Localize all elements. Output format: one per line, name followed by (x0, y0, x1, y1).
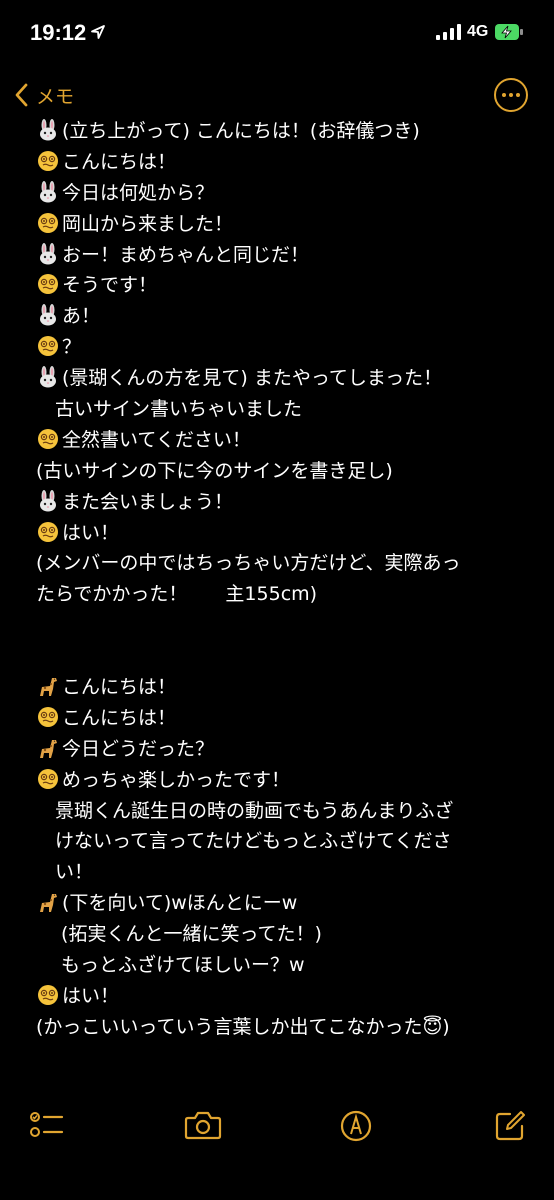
note-line-text: ？ (62, 336, 82, 359)
note-line-text: はい！ (62, 521, 120, 544)
note-line-text: い！ (36, 861, 94, 884)
rabbit-icon (36, 119, 62, 142)
note-line: 岡山から来ました！ (36, 209, 536, 240)
checklist-icon[interactable] (28, 1110, 64, 1140)
rabbit-icon (36, 304, 62, 327)
note-line-text: (メンバーの中ではちっちゃい方だけど、実際あっ (36, 552, 461, 575)
note-line-text: はい！ (62, 984, 120, 1007)
note-line: (拓実くんと一緒に笑ってた！) (36, 919, 536, 950)
note-line: ？ (36, 332, 536, 363)
note-line: 景瑚くん誕生日の時の動画でもうあんまりふざ (36, 796, 536, 827)
note-line: こんにちは！ (36, 672, 536, 703)
dizzy-face-icon (36, 521, 62, 544)
dizzy-face-icon (36, 274, 62, 296)
note-line-text: こんにちは！ (62, 706, 177, 729)
note-line-text: こんにちは！ (62, 150, 177, 173)
ellipsis-dot (509, 93, 513, 97)
note-line-text: (拓実くんと一緒に笑ってた！) (36, 923, 322, 946)
giraffe-icon (36, 892, 62, 914)
note-line: 今日どうだった？ (36, 734, 536, 765)
dizzy-face-icon (36, 336, 62, 358)
note-line-text: 今日どうだった？ (62, 737, 215, 760)
note-line: (景瑚くんの方を見て) またやってしまった！ (36, 363, 536, 394)
rabbit-icon (36, 366, 62, 389)
rabbit-icon (36, 180, 62, 204)
note-line-text: こんにちは！ (62, 676, 177, 699)
dizzy-face-icon (36, 150, 62, 173)
note-line-text: また会いましょう！ (62, 490, 234, 513)
note-line: たらでかかった！ 主155cm) (36, 579, 536, 610)
note-line-text: めっちゃ楽しかったです！ (62, 768, 291, 791)
note-line-text: あ！ (62, 305, 101, 328)
note-line: もっとふざけてほしいー？w (36, 950, 536, 981)
note-line: 全然書いてください！ (36, 425, 536, 456)
dizzy-face-icon (36, 768, 62, 791)
signal-bars-icon (436, 24, 461, 40)
ellipsis-dot (516, 93, 520, 97)
note-line: めっちゃ楽しかったです！ (36, 765, 536, 796)
compose-icon[interactable] (494, 1110, 526, 1142)
note-line: (かっこいいっていう言葉しか出てこなかった😇) (36, 1012, 536, 1043)
note-line (36, 641, 536, 672)
dizzy-face-icon (36, 428, 62, 451)
note-line: はい！ (36, 981, 536, 1012)
note-line-text: (下を向いて)wほんとにーw (62, 892, 298, 915)
camera-icon[interactable] (184, 1110, 222, 1140)
note-line: おー！まめちゃんと同じだ！ (36, 240, 536, 271)
note-line: (立ち上がって) こんにちは！(お辞儀つき) (36, 116, 536, 147)
note-line: (下を向いて)wほんとにーw (36, 888, 536, 919)
giraffe-icon (36, 738, 62, 760)
note-line: (メンバーの中ではちっちゃい方だけど、実際あっ (36, 548, 536, 579)
note-line: こんにちは！ (36, 703, 536, 734)
note-line-text: (立ち上がって) こんにちは！(お辞儀つき) (62, 120, 420, 142)
note-line: また会いましょう！ (36, 487, 536, 518)
dizzy-face-icon (36, 706, 62, 729)
note-line-text: (古いサインの下に今のサインを書き足し) (36, 459, 393, 482)
back-label: メモ (36, 85, 75, 108)
note-line-text: けないって言ってたけどもっとふざけてくださ (36, 830, 452, 853)
rabbit-icon (36, 489, 62, 513)
rabbit-icon (36, 242, 62, 266)
bottom-toolbar (0, 1100, 554, 1160)
note-line: あ！ (36, 301, 536, 332)
note-body[interactable]: (立ち上がって) こんにちは！(お辞儀つき) こんにちは！ 今日は何処から？ 岡山から… (36, 116, 536, 1043)
home-indicator-area (0, 1172, 554, 1200)
network-label: 4G (467, 23, 489, 40)
status-time: 19:12 (30, 20, 87, 45)
nav-bar: メモ (0, 72, 554, 120)
note-line-text: (景瑚くんの方を見て) またやってしまった！ (62, 367, 443, 390)
battery-charging-icon (495, 24, 523, 40)
dizzy-face-icon (36, 212, 62, 235)
status-bar: 19:12 4G (0, 0, 554, 66)
note-line: (古いサインの下に今のサインを書き足し) (36, 456, 536, 487)
note-line-text: おー！まめちゃんと同じだ！ (62, 243, 310, 266)
note-line: 今日は何処から？ (36, 178, 536, 209)
note-line: そうです！ (36, 270, 536, 301)
note-line-text: (かっこいいっていう言葉しか出てこなかった😇) (36, 1015, 450, 1038)
giraffe-icon (36, 676, 62, 698)
note-line-text: 岡山から来ました！ (62, 212, 234, 235)
more-options-button[interactable] (494, 78, 528, 112)
note-line-text: 今日は何処から？ (62, 181, 215, 204)
note-line-text: 古いサイン書いちゃいました (36, 398, 303, 421)
note-line-text: そうです！ (62, 274, 158, 297)
note-line: けないって言ってたけどもっとふざけてくださ (36, 826, 536, 857)
note-line: 古いサイン書いちゃいました (36, 394, 536, 425)
note-line-text: たらでかかった！ 主155cm) (36, 583, 318, 606)
note-line-text: もっとふざけてほしいー？w (36, 954, 305, 977)
note-line (36, 610, 536, 641)
location-arrow-icon (91, 25, 105, 39)
chevron-left-icon (15, 83, 28, 107)
back-button[interactable]: メモ (14, 80, 74, 110)
ellipsis-circle-icon (502, 93, 506, 97)
note-line-text: 景瑚くん誕生日の時の動画でもうあんまりふざ (36, 799, 454, 822)
note-line: い！ (36, 857, 536, 888)
note-line-text: 全然書いてください！ (62, 428, 251, 451)
markup-pen-icon[interactable] (340, 1110, 372, 1142)
note-line: こんにちは！ (36, 147, 536, 178)
dizzy-face-icon (36, 984, 62, 1007)
note-line: はい！ (36, 518, 536, 549)
